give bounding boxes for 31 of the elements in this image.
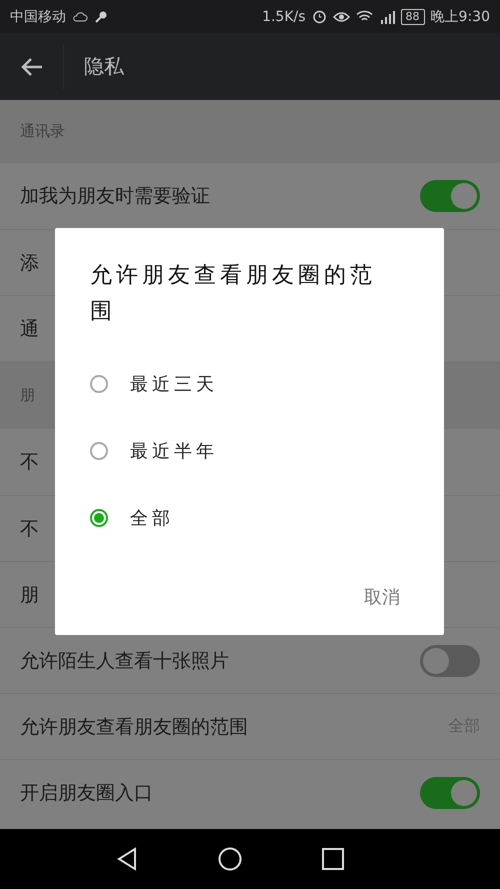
key-icon — [94, 10, 108, 24]
signal-icon — [378, 10, 395, 24]
back-arrow-icon[interactable] — [20, 56, 44, 76]
alarm-icon — [312, 9, 327, 24]
setting-label: 加我为朋友时需要验证 — [20, 184, 211, 209]
option-label[interactable]: 最近半年 — [130, 438, 218, 462]
radio-button[interactable] — [90, 374, 108, 392]
toggle-switch[interactable] — [420, 776, 480, 808]
setting-label: 允许陌生人查看十张照片 — [20, 648, 230, 674]
option-label[interactable]: 全部 — [130, 506, 174, 530]
radio-button[interactable] — [90, 442, 108, 460]
option-label[interactable]: 最近三天 — [130, 372, 218, 396]
back-icon[interactable] — [116, 847, 138, 871]
page-title: 隐私 — [84, 53, 124, 80]
eye-icon — [332, 10, 350, 22]
cancel-button[interactable]: 取消 — [360, 579, 404, 615]
recents-icon[interactable] — [322, 848, 344, 870]
clock-time: 晚上9:30 — [430, 8, 490, 26]
toggle-switch[interactable] — [420, 644, 480, 676]
battery-level: 88 — [400, 8, 425, 24]
section-header: 通讯录 — [0, 100, 500, 163]
toggle-switch[interactable] — [420, 180, 480, 212]
radio-button[interactable] — [90, 508, 108, 526]
setting-label[interactable]: 允许朋友查看朋友圈的范围 — [20, 714, 448, 740]
home-icon[interactable] — [218, 847, 242, 871]
dialog-title: 允许朋友查看朋友圈的范围 — [90, 262, 377, 326]
network-speed: 1.5K/s — [262, 8, 306, 24]
wifi-icon — [356, 10, 373, 23]
cloud-icon — [72, 10, 88, 22]
setting-label: 开启朋友圈入口 — [20, 780, 154, 806]
carrier-name: 中国移动 — [10, 8, 66, 26]
